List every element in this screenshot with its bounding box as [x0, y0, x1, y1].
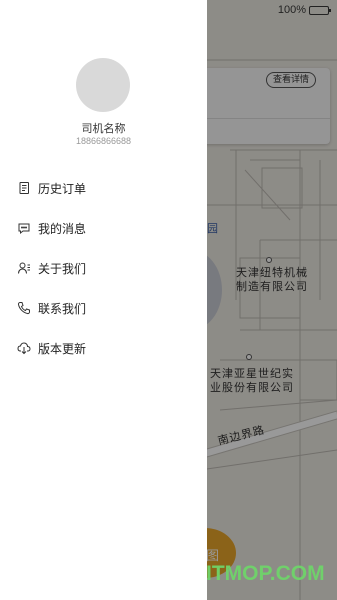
menu-item-label: 我的消息 — [38, 221, 87, 236]
battery-icon — [309, 5, 331, 15]
driver-name: 司机名称 — [81, 122, 126, 135]
side-drawer: 司机名称 18866866688 历史订单 我的消息 关于我们 联系我们 版本更… — [0, 0, 207, 600]
status-bar: 100% — [277, 2, 331, 18]
driver-phone: 18866866688 — [75, 136, 132, 146]
menu-item-label: 联系我们 — [38, 301, 87, 316]
cloud-download-icon — [17, 341, 31, 355]
menu-item-about-us[interactable]: 关于我们 — [0, 248, 207, 288]
drawer-menu: 历史订单 我的消息 关于我们 联系我们 版本更新 — [0, 168, 207, 368]
phone-icon — [17, 301, 31, 315]
person-info-icon — [17, 261, 31, 275]
watermark: ITMOP.COM — [206, 562, 325, 585]
battery-percentage: 100% — [277, 4, 306, 16]
avatar[interactable] — [76, 58, 130, 112]
menu-item-my-messages[interactable]: 我的消息 — [0, 208, 207, 248]
document-icon — [17, 181, 31, 195]
menu-item-contact-us[interactable]: 联系我们 — [0, 288, 207, 328]
menu-item-version-update[interactable]: 版本更新 — [0, 328, 207, 368]
menu-item-history-orders[interactable]: 历史订单 — [0, 168, 207, 208]
menu-item-label: 版本更新 — [38, 341, 87, 356]
menu-item-label: 关于我们 — [38, 261, 87, 276]
menu-item-label: 历史订单 — [38, 181, 87, 196]
chat-bubble-icon — [17, 221, 31, 235]
